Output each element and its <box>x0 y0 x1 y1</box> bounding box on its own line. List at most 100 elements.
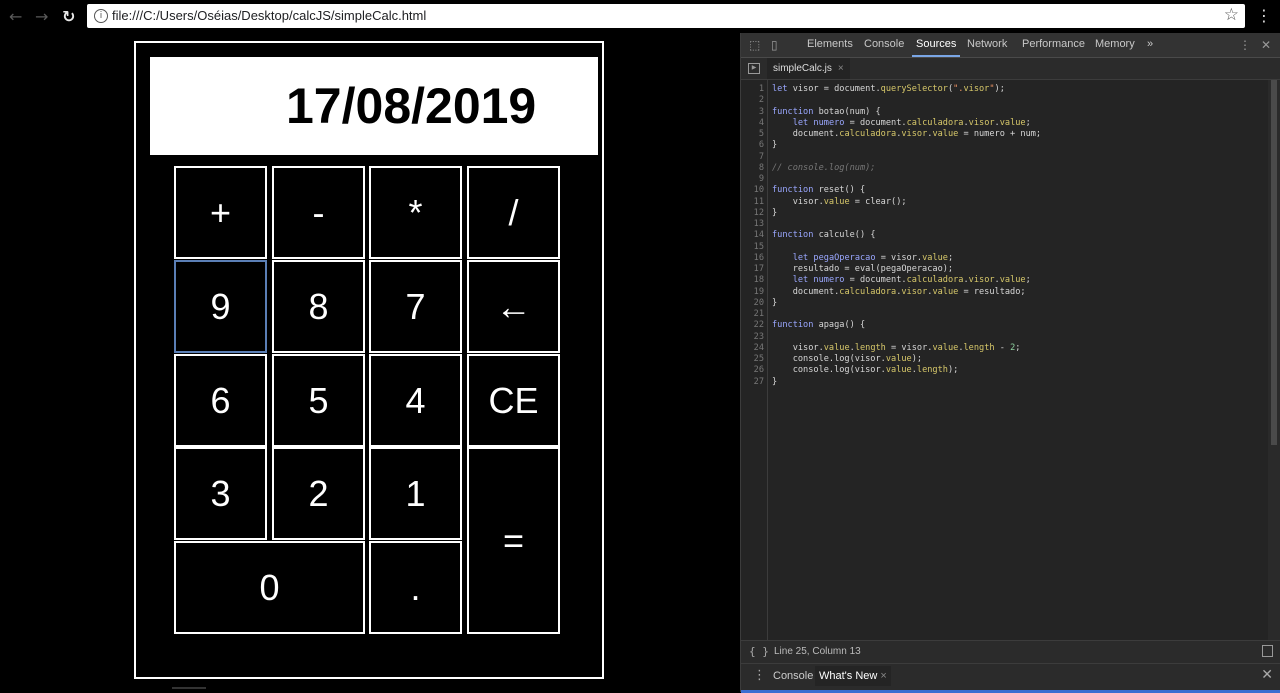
code-line[interactable]: 17 resultado = eval(pegaOperacao); <box>741 264 1261 275</box>
address-bar[interactable]: i file:///C:/Users/Oséias/Desktop/calcJS… <box>87 4 1245 28</box>
code-line[interactable]: 9 <box>741 174 1261 185</box>
code-line[interactable]: 18 let numero = document.calculadora.vis… <box>741 275 1261 286</box>
url-text[interactable]: file:///C:/Users/Oséias/Desktop/calcJS/s… <box>112 8 426 23</box>
device-toolbar-icon[interactable]: ▯ <box>771 38 778 52</box>
code-line[interactable]: 12} <box>741 208 1261 219</box>
line-number[interactable]: 3 <box>741 107 764 118</box>
code-editor[interactable]: 1 let visor = document.querySelector(".vi… <box>741 80 1269 673</box>
line-number[interactable]: 22 <box>741 320 764 331</box>
line-number[interactable]: 13 <box>741 219 764 230</box>
code-line[interactable]: 10 function reset() { <box>741 185 1261 196</box>
tab-elements[interactable]: Elements <box>807 38 853 50</box>
key-decimal[interactable]: . <box>369 541 462 634</box>
tab-performance[interactable]: Performance <box>1022 38 1085 50</box>
line-number[interactable]: 11 <box>741 197 764 208</box>
scrollbar-thumb[interactable] <box>1271 80 1277 445</box>
code-line[interactable]: 4 let numero = document.calculadora.viso… <box>741 118 1261 129</box>
key-equals[interactable]: = <box>467 447 560 634</box>
tab-sources[interactable]: Sources <box>911 38 961 57</box>
code-line[interactable]: 16 let pegaOperacao = visor.value; <box>741 253 1261 264</box>
line-number[interactable]: 21 <box>741 309 764 320</box>
line-number[interactable]: 4 <box>741 118 764 129</box>
key-divide[interactable]: / <box>467 166 560 259</box>
line-number[interactable]: 19 <box>741 287 764 298</box>
key-5[interactable]: 5 <box>272 354 365 447</box>
line-number[interactable]: 24 <box>741 343 764 354</box>
drawer-tab-whats-new[interactable]: What's New × <box>815 666 891 686</box>
line-number[interactable]: 10 <box>741 185 764 196</box>
close-drawer-tab-icon[interactable]: × <box>880 670 886 682</box>
line-number[interactable]: 7 <box>741 152 764 163</box>
line-number[interactable]: 9 <box>741 174 764 185</box>
code-line[interactable]: 3 function botao(num) { <box>741 107 1261 118</box>
code-line[interactable]: 20} <box>741 298 1261 309</box>
key-8[interactable]: 8 <box>272 260 365 353</box>
line-number[interactable]: 5 <box>741 129 764 140</box>
code-line[interactable]: 21 <box>741 309 1261 320</box>
line-number[interactable]: 8 <box>741 163 764 174</box>
tab-memory[interactable]: Memory <box>1095 38 1135 50</box>
code-line[interactable]: 15 <box>741 242 1261 253</box>
file-tab-simplecalc[interactable]: simpleCalc.js × <box>767 58 850 79</box>
calculator-display[interactable]: 17/08/2019 <box>150 57 598 155</box>
key-4[interactable]: 4 <box>369 354 462 447</box>
browser-menu-icon[interactable]: ⋮ <box>1256 6 1272 25</box>
code-line[interactable]: 24 visor.value.length = visor.value.leng… <box>741 343 1261 354</box>
code-line[interactable]: 13 <box>741 219 1261 230</box>
bookmark-star-icon[interactable]: ☆ <box>1224 5 1239 25</box>
reload-icon[interactable]: ↻ <box>62 7 75 26</box>
tab-console[interactable]: Console <box>864 38 904 50</box>
line-number[interactable]: 27 <box>741 377 764 388</box>
code-line[interactable]: 26 console.log(visor.value.length); <box>741 365 1261 376</box>
line-number[interactable]: 15 <box>741 242 764 253</box>
key-backspace[interactable]: ← <box>467 260 560 353</box>
code-line[interactable]: 11 visor.value = clear(); <box>741 197 1261 208</box>
line-number[interactable]: 18 <box>741 275 764 286</box>
more-tabs-icon[interactable]: » <box>1147 38 1153 50</box>
key-7[interactable]: 7 <box>369 260 462 353</box>
key-minus[interactable]: - <box>272 166 365 259</box>
key-6[interactable]: 6 <box>174 354 267 447</box>
devtools-menu-icon[interactable]: ⋮ <box>1239 38 1251 52</box>
key-plus[interactable]: + <box>174 166 267 259</box>
line-number[interactable]: 26 <box>741 365 764 376</box>
editor-scrollbar[interactable] <box>1268 80 1280 673</box>
code-line[interactable]: 14 function calcule() { <box>741 230 1261 241</box>
code-line[interactable]: 2 <box>741 95 1261 106</box>
inspect-element-icon[interactable]: ⬚ <box>749 38 760 52</box>
line-number[interactable]: 25 <box>741 354 764 365</box>
code-line[interactable]: 23 <box>741 332 1261 343</box>
line-number[interactable]: 12 <box>741 208 764 219</box>
code-line[interactable]: 1 let visor = document.querySelector(".vi… <box>741 84 1261 95</box>
line-number[interactable]: 17 <box>741 264 764 275</box>
code-line[interactable]: 25 console.log(visor.value); <box>741 354 1261 365</box>
key-multiply[interactable]: * <box>369 166 462 259</box>
code-line[interactable]: 27} <box>741 377 1261 388</box>
code-line[interactable]: 7 <box>741 152 1261 163</box>
close-devtools-icon[interactable]: ✕ <box>1261 38 1271 52</box>
close-file-icon[interactable]: × <box>838 63 844 74</box>
navigator-toggle-icon[interactable]: ▶ <box>748 63 760 74</box>
key-0[interactable]: 0 <box>174 541 365 634</box>
back-arrow-icon[interactable]: ← <box>9 7 22 26</box>
code-line[interactable]: 6} <box>741 140 1261 151</box>
line-number[interactable]: 2 <box>741 95 764 106</box>
key-3[interactable]: 3 <box>174 447 267 540</box>
drawer-tab-console[interactable]: Console <box>773 670 813 682</box>
line-number[interactable]: 16 <box>741 253 764 264</box>
line-number[interactable]: 23 <box>741 332 764 343</box>
info-icon[interactable]: i <box>94 9 108 23</box>
close-drawer-icon[interactable]: ✕ <box>1261 667 1273 683</box>
key-1[interactable]: 1 <box>369 447 462 540</box>
key-clear-entry[interactable]: CE <box>467 354 560 447</box>
code-line[interactable]: 5 document.calculadora.visor.value = num… <box>741 129 1261 140</box>
pretty-print-icon[interactable]: { } <box>749 645 769 658</box>
code-line[interactable]: 19 document.calculadora.visor.value = re… <box>741 287 1261 298</box>
toggle-debugger-icon[interactable] <box>1262 645 1273 657</box>
key-9[interactable]: 9 <box>174 260 267 353</box>
tab-network[interactable]: Network <box>967 38 1007 50</box>
forward-arrow-icon[interactable]: → <box>35 7 48 26</box>
line-number[interactable]: 6 <box>741 140 764 151</box>
line-number[interactable]: 20 <box>741 298 764 309</box>
line-number[interactable]: 1 <box>741 84 764 95</box>
